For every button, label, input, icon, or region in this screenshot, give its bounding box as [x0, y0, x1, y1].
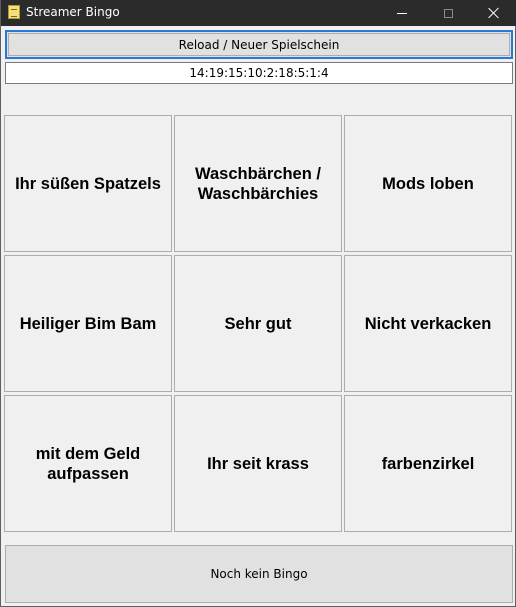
maximize-button[interactable]: [425, 0, 471, 26]
minimize-icon: [397, 12, 407, 14]
bingo-cell[interactable]: Sehr gut: [174, 255, 342, 392]
close-icon: [488, 7, 500, 19]
reload-button-focus-rect: [8, 33, 510, 56]
bingo-status-button[interactable]: Noch kein Bingo: [5, 545, 513, 603]
reload-button[interactable]: Reload / Neuer Spielschein: [5, 30, 513, 59]
bingo-cell-label: farbenzirkel: [381, 454, 475, 473]
title-bar[interactable]: Streamer Bingo: [1, 0, 516, 26]
bingo-app-icon[interactable]: [8, 5, 20, 19]
maximize-icon: [443, 8, 453, 18]
bingo-status-label: Noch kein Bingo: [210, 567, 308, 581]
bingo-cell[interactable]: farbenzirkel: [344, 395, 512, 532]
bingo-cell[interactable]: Ihr süßen Spatzels: [4, 115, 172, 252]
bingo-cell-label: Ihr seit krass: [207, 454, 309, 473]
bingo-cell-label: Heiliger Bim Bam: [19, 314, 157, 333]
bingo-cell[interactable]: Waschbärchen / Waschbärchies: [174, 115, 342, 252]
bingo-cell-label: Nicht verkacken: [364, 314, 492, 333]
seed-value: 14:19:15:10:2:18:5:1:4: [189, 66, 329, 80]
bingo-cell[interactable]: Mods loben: [344, 115, 512, 252]
bingo-cell-label: Ihr süßen Spatzels: [15, 174, 161, 193]
bingo-cell-label: mit dem Geld aufpassen: [35, 444, 141, 483]
minimize-button[interactable]: [379, 0, 425, 26]
bingo-cell[interactable]: Nicht verkacken: [344, 255, 512, 392]
bingo-grid: Ihr süßen Spatzels Waschbärchen / Waschb…: [4, 115, 514, 535]
app-window: Streamer Bingo Reload / Neuer Spielschei…: [0, 0, 516, 607]
window-title: Streamer Bingo: [26, 5, 120, 19]
bingo-cell[interactable]: mit dem Geld aufpassen: [4, 395, 172, 532]
bingo-cell[interactable]: Heiliger Bim Bam: [4, 255, 172, 392]
bingo-cell[interactable]: Ihr seit krass: [174, 395, 342, 532]
close-button[interactable]: [471, 0, 516, 26]
bingo-cell-label: Waschbärchen / Waschbärchies: [195, 164, 321, 203]
bingo-cell-label: Sehr gut: [224, 314, 292, 333]
bingo-cell-label: Mods loben: [382, 174, 474, 193]
seed-field[interactable]: 14:19:15:10:2:18:5:1:4: [5, 62, 513, 84]
